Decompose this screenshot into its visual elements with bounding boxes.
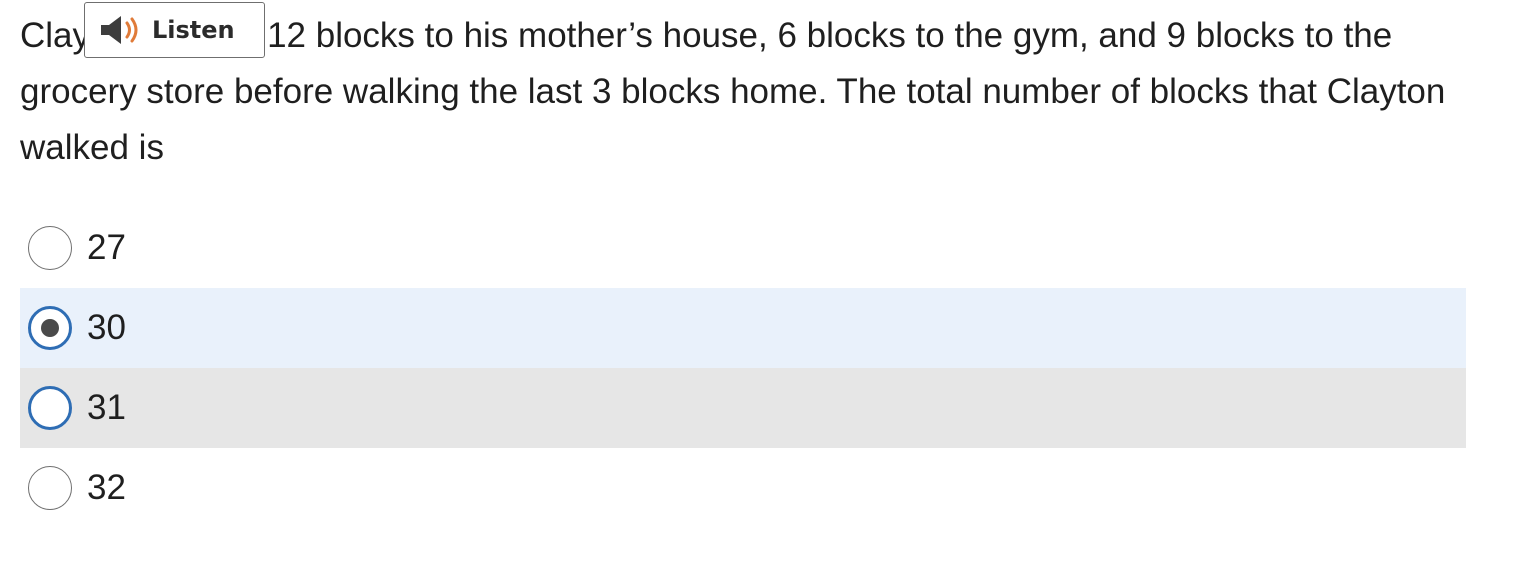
listen-label: Listen: [152, 16, 235, 44]
option-label: 27: [87, 228, 126, 267]
option-27[interactable]: 27: [20, 208, 1466, 288]
radio-button[interactable]: [28, 466, 72, 510]
radio-button[interactable]: [28, 226, 72, 270]
answer-options: 27 30 31 32: [20, 208, 1466, 528]
listen-button[interactable]: Listen: [84, 2, 265, 58]
speaker-icon: [101, 16, 138, 44]
radio-button[interactable]: [28, 386, 72, 430]
option-31[interactable]: 31: [20, 368, 1466, 448]
option-32[interactable]: 32: [20, 448, 1466, 528]
radio-dot: [41, 319, 59, 337]
radio-button-checked[interactable]: [28, 306, 72, 350]
option-label: 30: [87, 308, 126, 347]
option-label: 32: [87, 468, 126, 507]
option-30[interactable]: 30: [20, 288, 1466, 368]
option-label: 31: [87, 388, 126, 427]
